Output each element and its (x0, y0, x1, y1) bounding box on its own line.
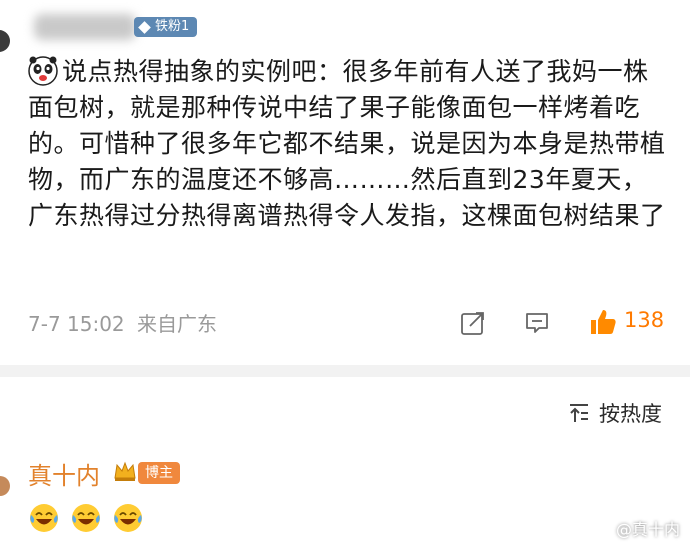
fan-badge: 铁粉1 (134, 17, 198, 37)
diamond-icon (138, 20, 151, 34)
reply-content (28, 502, 144, 534)
like-count: 138 (624, 308, 665, 332)
fan-badge-label: 铁粉1 (155, 19, 190, 34)
share-icon[interactable] (460, 310, 486, 336)
section-divider (0, 365, 690, 377)
watermark: @真十内 (592, 516, 680, 540)
sort-label: 按热度 (599, 402, 662, 426)
reply-author[interactable]: 真十内 (28, 456, 100, 491)
comment-text-block: 说点热得抽象的实例吧：很多年前有人送了我妈一株面包树，就是那种传说中结了果子能像… (28, 54, 668, 234)
comment-text: 说点热得抽象的实例吧：很多年前有人送了我妈一株面包树，就是那种传说中结了果子能像… (28, 57, 666, 230)
avatar[interactable] (0, 30, 10, 52)
crown-icon (114, 461, 136, 481)
comment-meta: 7-7 15:02 来自广东 (28, 308, 223, 337)
sort-button[interactable]: 按热度 (567, 398, 662, 428)
blogger-badge: 博主 (138, 462, 180, 484)
comment-card: 铁粉1 说点热得抽象的实例吧：很多年前有人送了我妈一株面包树，就是那种传说中结了… (0, 0, 690, 365)
comment-timestamp: 7-7 15:02 (28, 312, 125, 336)
panda-emoji (28, 56, 58, 86)
laugh-cry-emoji (114, 504, 142, 532)
weibo-logo-icon (592, 520, 611, 537)
comment-location: 来自广东 (137, 312, 218, 336)
watermark-text: @真十内 (615, 520, 680, 539)
sort-icon (570, 404, 588, 422)
laugh-cry-emoji (30, 504, 58, 532)
comment-icon[interactable] (524, 310, 550, 336)
thumbs-up-icon[interactable] (588, 307, 618, 337)
reply-avatar[interactable] (0, 476, 10, 496)
blurred-username[interactable] (34, 14, 136, 40)
laugh-cry-emoji (72, 504, 100, 532)
